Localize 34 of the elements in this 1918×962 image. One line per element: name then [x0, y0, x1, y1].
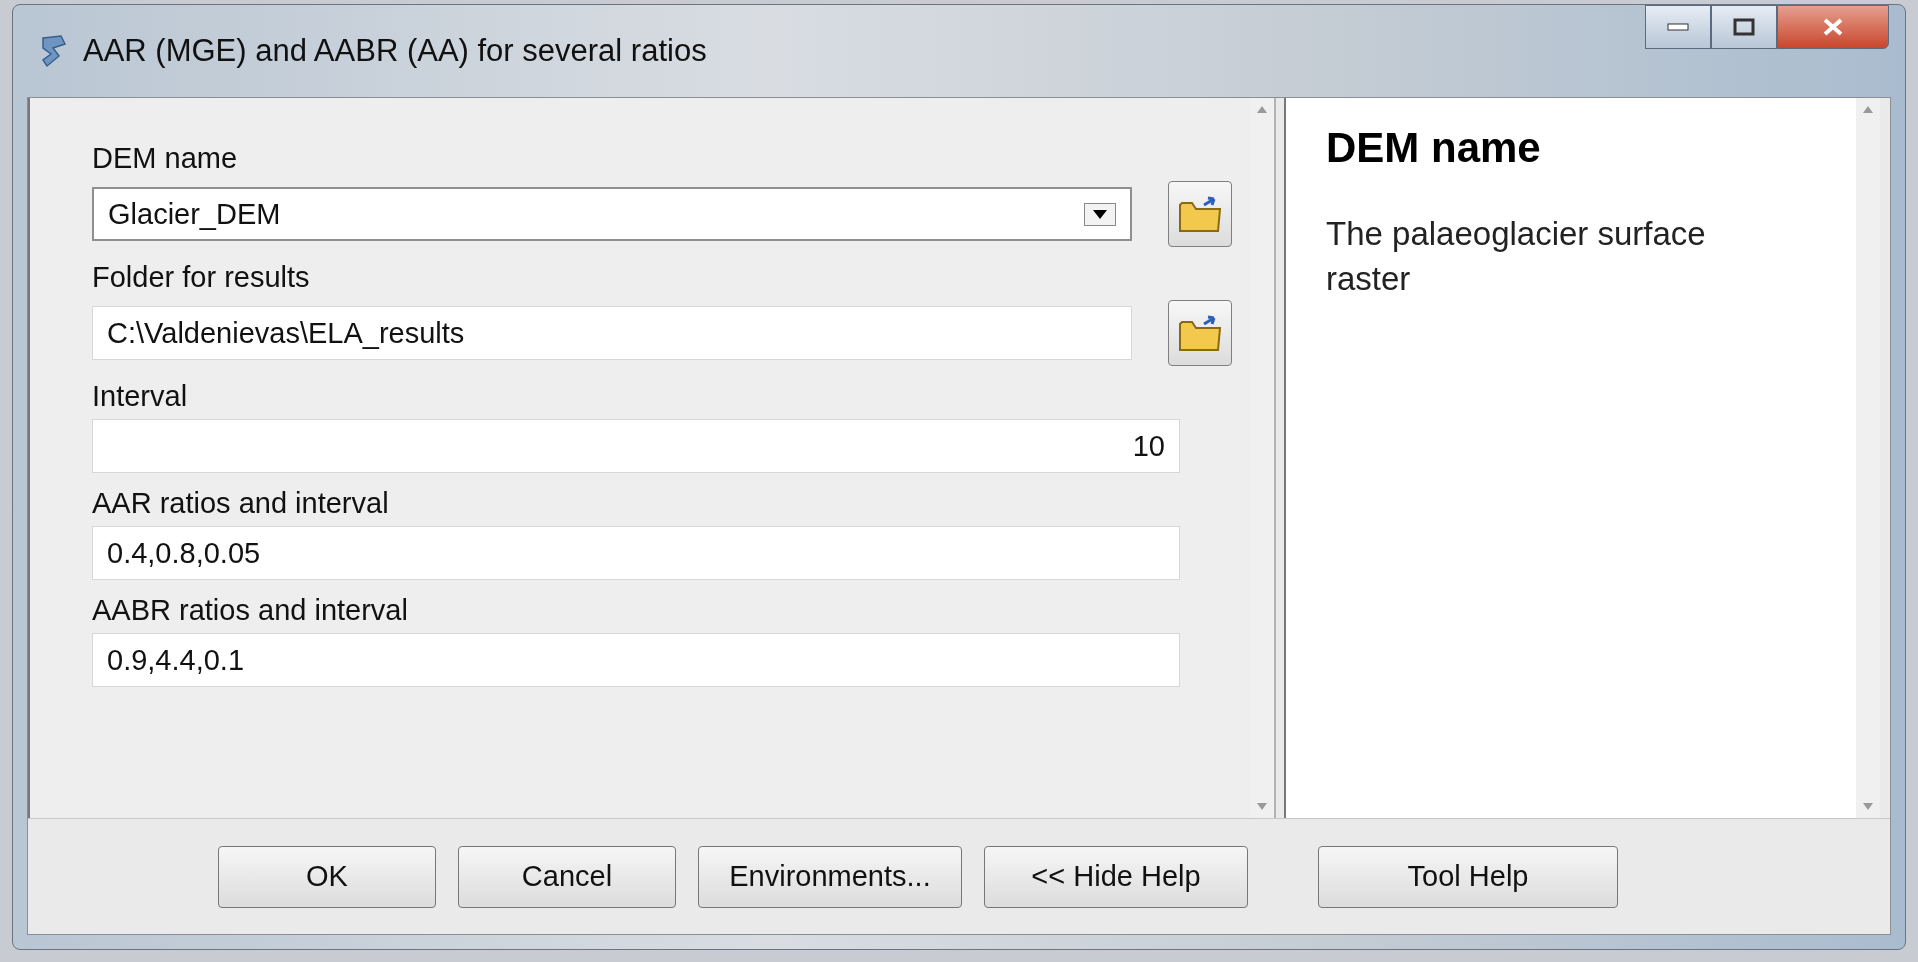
scroll-up-icon[interactable]	[1257, 106, 1267, 113]
browse-button[interactable]	[1168, 300, 1232, 366]
dialog-button[interactable]: Environments...	[698, 845, 962, 908]
parameter-label: Folder for results	[92, 261, 311, 294]
folder-icon	[1178, 195, 1222, 233]
minimize-icon	[1667, 23, 1689, 31]
dropdown-field[interactable]: Glacier_DEM	[92, 187, 1132, 241]
caret-icon	[1084, 202, 1116, 226]
help-title: DEM name	[1326, 124, 1542, 172]
parameter-label: AABR ratios and interval	[92, 594, 409, 627]
input-field[interactable]: C:\Valdenievas\ELA_results	[92, 306, 1132, 360]
minimize-button[interactable]	[1645, 5, 1711, 49]
help-text: The palaeoglacier surface raster	[1326, 214, 1707, 299]
dialog-button[interactable]: OK	[218, 845, 436, 908]
parameter-label: AAR ratios and interval	[92, 487, 390, 520]
scroll-down-icon[interactable]	[1257, 803, 1267, 810]
input-field[interactable]: 10	[92, 419, 1180, 473]
scroll-up-icon[interactable]	[1863, 106, 1873, 113]
parameter-label: DEM name	[92, 142, 239, 175]
close-icon	[1821, 17, 1845, 37]
scroll-down-icon[interactable]	[1863, 803, 1873, 810]
input-field[interactable]: 0.9,4.4,0.1	[92, 633, 1180, 687]
input-field[interactable]: 0.4,0.8,0.05	[92, 526, 1180, 580]
parameter-label: Interval	[92, 380, 189, 413]
maximize-button[interactable]	[1711, 5, 1777, 49]
tool-icon	[39, 34, 69, 68]
close-button[interactable]	[1777, 5, 1889, 49]
dialog-button[interactable]: Cancel	[458, 845, 676, 908]
tool-help-button[interactable]: Tool Help	[1318, 845, 1618, 908]
folder-icon	[1178, 314, 1222, 352]
browse-button[interactable]	[1168, 181, 1232, 247]
maximize-icon	[1733, 18, 1755, 36]
dialog-button[interactable]: << Hide Help	[984, 845, 1248, 908]
window-title: AAR (MGE) and AABR (AA) for several ratios	[83, 33, 707, 69]
